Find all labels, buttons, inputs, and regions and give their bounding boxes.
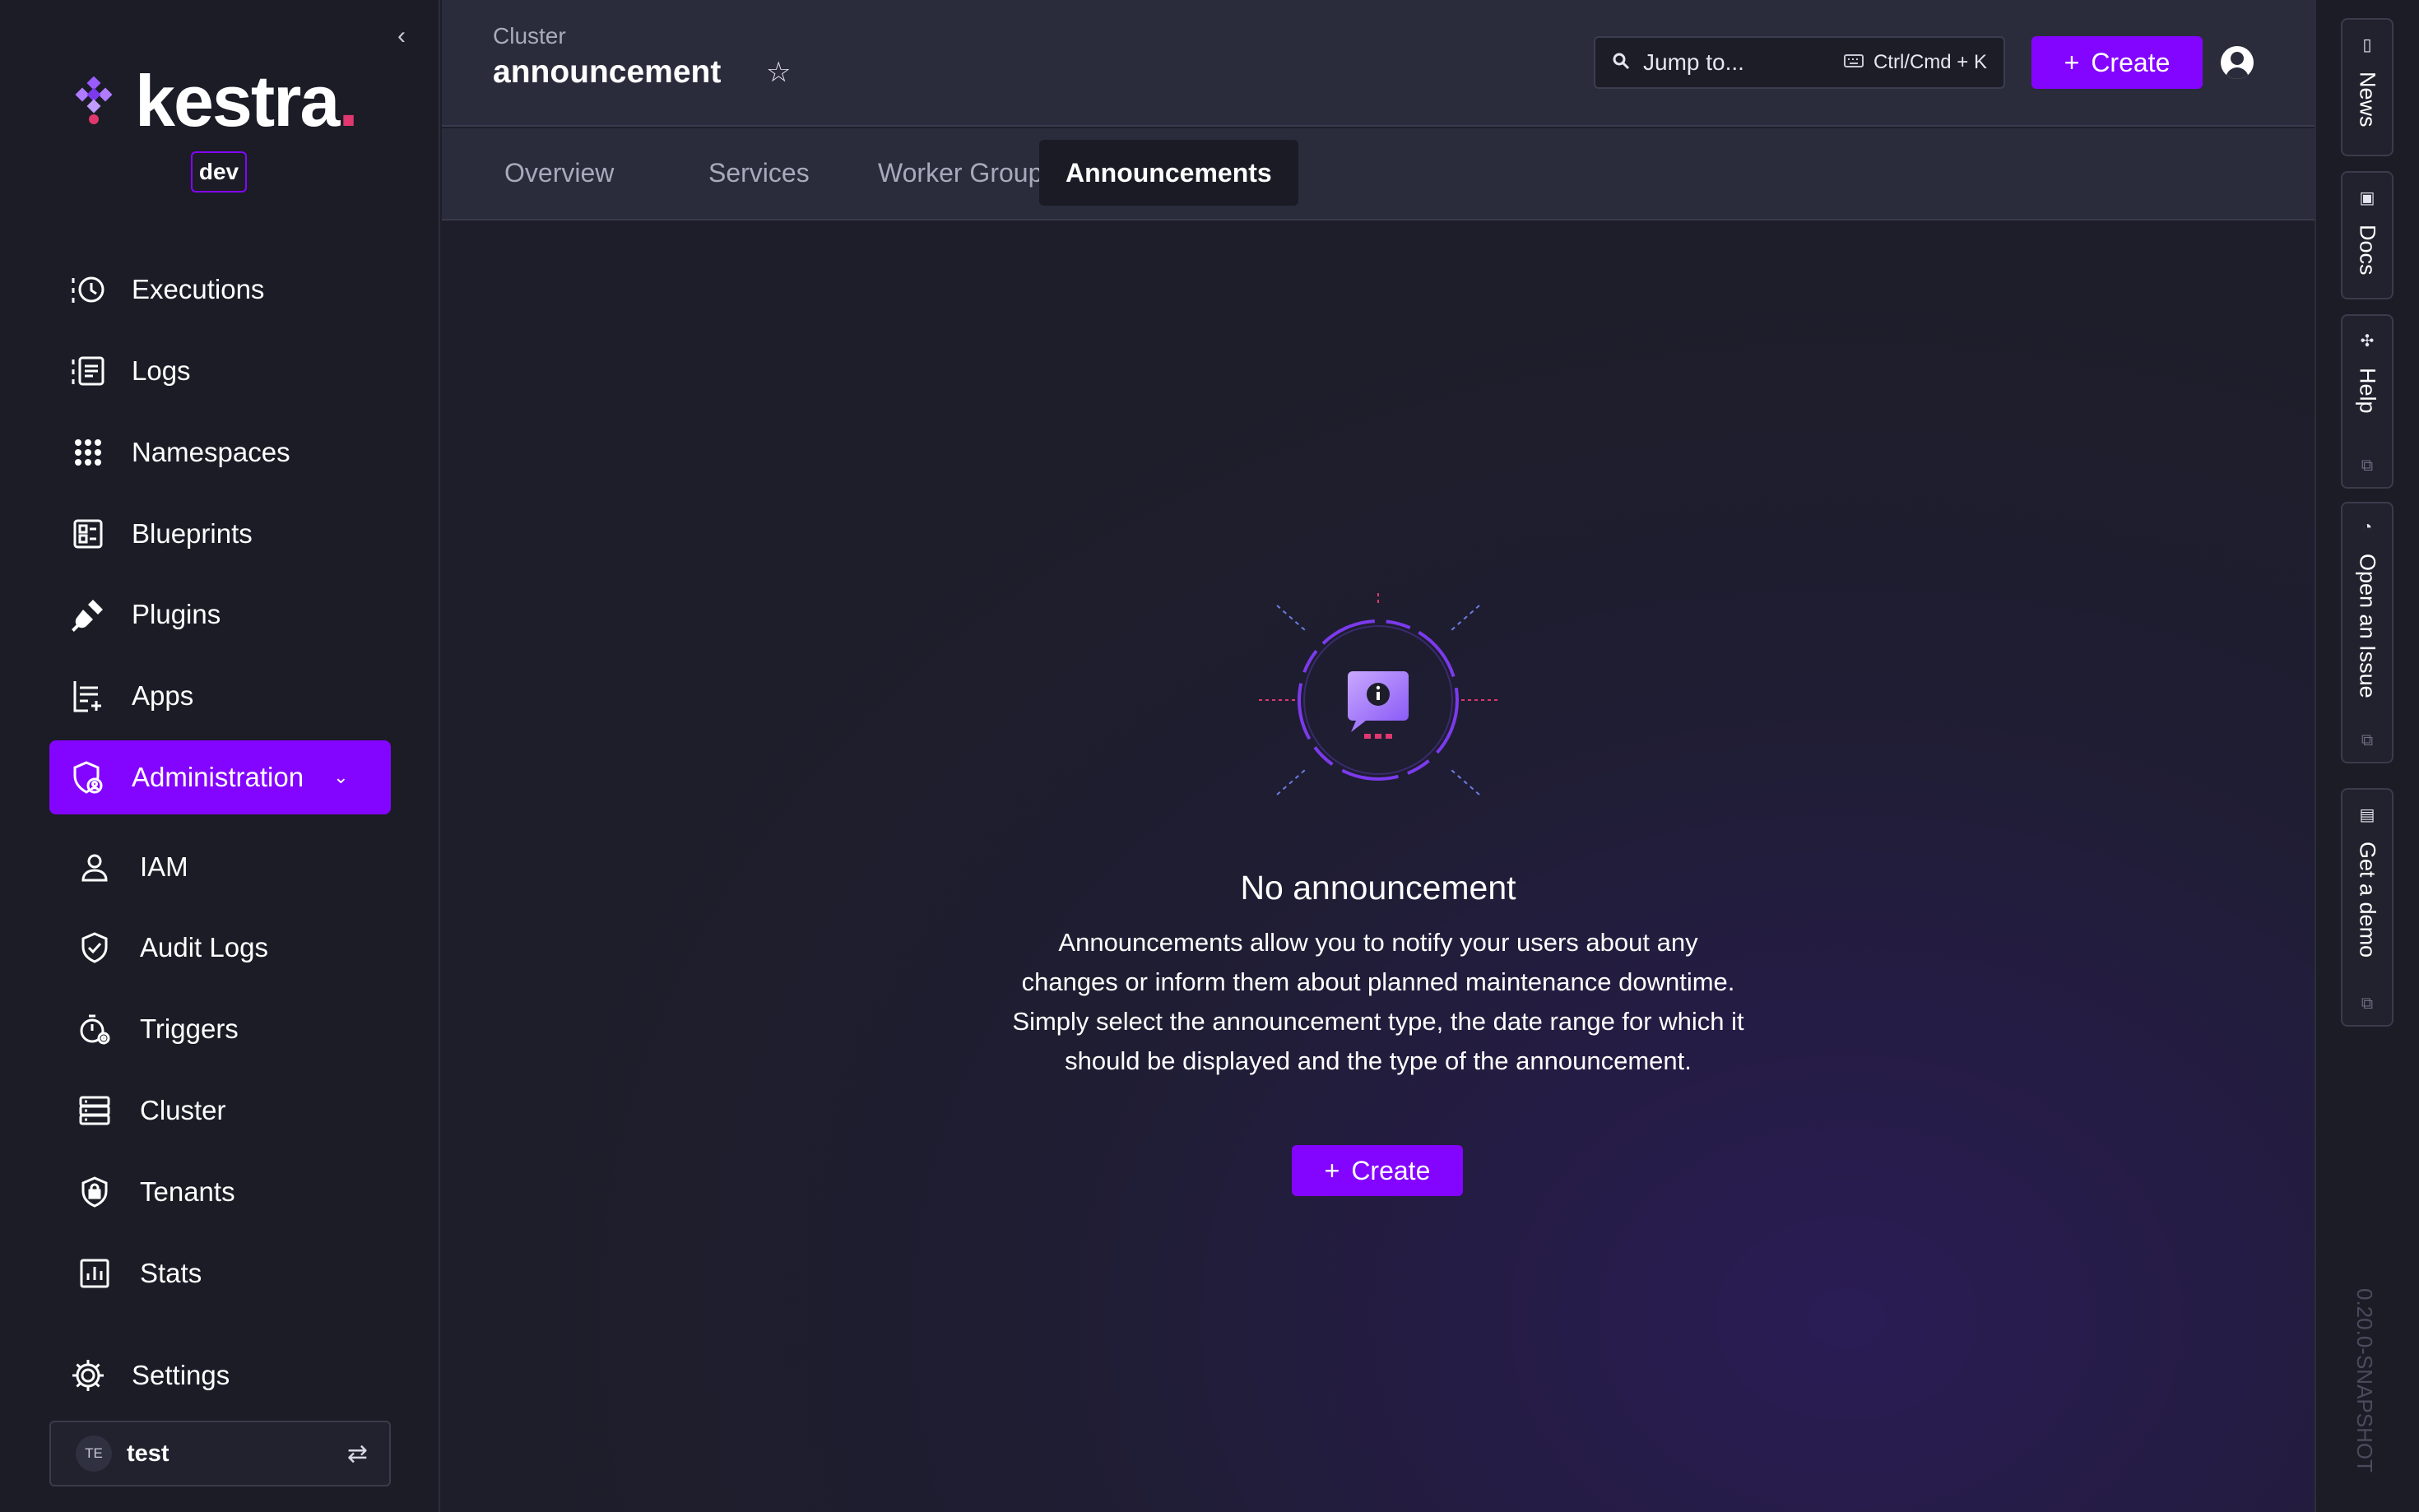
plus-icon: + [1324,1155,1340,1185]
main-content: No announcement Announcements allow you … [442,222,2315,1512]
sidebar-item-namespaces[interactable]: Namespaces [49,415,391,489]
search-placeholder: Jump to... [1643,49,1744,75]
collapse-sidebar-chevron-icon[interactable]: ‹ [388,22,415,49]
keyboard-icon [1843,51,1864,74]
sidebar-subitem-iam[interactable]: IAM [58,834,387,900]
sidebar-item-label: Logs [132,355,191,386]
sidebar-subitem-stats[interactable]: Stats [58,1241,387,1306]
shortcut-hint: Ctrl/Cmd + K [1843,51,1987,74]
cluster-tabs: Overview Services Worker Groups Announce… [442,128,2315,220]
env-badge: dev [191,151,247,192]
user-avatar-icon[interactable] [2221,46,2254,79]
sidebar-item-apps[interactable]: Apps [49,659,391,733]
swap-arrows-icon[interactable]: ⇄ [347,1440,368,1468]
announcement-illustration-icon [1259,593,1497,795]
chevron-down-icon: ⌄ [333,767,349,787]
external-link-icon: ⧉ [2361,995,2374,1013]
create-button[interactable]: + Create [2031,36,2203,89]
rail-label: Get a demo [2355,842,2380,958]
search-icon [1612,50,1630,76]
rail-label: News [2355,72,2380,128]
empty-state-title: No announcement [1240,869,1516,907]
sidebar-item-settings[interactable]: Settings [49,1338,391,1412]
tab-services[interactable]: Services [682,140,836,206]
tenant-switcher[interactable]: TE test ⇄ [49,1421,391,1486]
blueprint-icon [69,515,107,553]
page-title: announcement [493,54,722,90]
sidebar-item-blueprints[interactable]: Blueprints [49,497,391,571]
breadcrumb[interactable]: Cluster [493,23,566,49]
demo-screen-icon: ▤ [2359,806,2375,824]
sidebar: ‹ kestra. dev Executions Logs Namespaces [0,0,440,1512]
sidebar-item-administration[interactable]: Administration ⌄ [49,740,391,814]
rail-label: Open an Issue [2355,554,2380,698]
history-clock-icon [69,271,107,308]
bar-chart-icon [76,1255,114,1292]
sidebar-item-label: Audit Logs [140,932,268,962]
server-icon [76,1092,114,1129]
news-icon: ▯ [2362,36,2372,54]
sidebar-item-label: Plugins [132,599,221,629]
github-icon: ◔ [2361,518,2373,536]
shield-lock-icon [76,1173,114,1211]
book-icon: ▣ [2359,189,2375,207]
sidebar-subitem-tenants[interactable]: Tenants [58,1159,387,1225]
user-icon [76,848,114,886]
rail-label: Help [2355,368,2380,414]
empty-state-description: Announcements allow you to notify your u… [1012,928,1744,1075]
rail-label: Docs [2355,225,2380,276]
plus-icon: + [2064,47,2080,77]
timer-gear-icon [76,1010,114,1048]
empty-state: No announcement Announcements allow you … [442,222,2315,1512]
rail-get-demo[interactable]: ▤ Get a demo ⧉ [2341,788,2393,1027]
rail-docs[interactable]: ▣ Docs [2341,171,2393,299]
shield-user-icon [69,758,107,796]
slack-icon: ✣ [2360,332,2375,350]
rail-help[interactable]: ✣ Help ⧉ [2341,314,2393,489]
create-announcement-button[interactable]: + Create [1292,1145,1463,1196]
sidebar-item-label: Settings [132,1360,230,1390]
sidebar-item-label: Apps [132,680,194,711]
gear-icon [69,1357,107,1394]
apps-list-icon [69,677,107,715]
sidebar-item-label: Blueprints [132,518,253,549]
create-button-label: Create [1351,1155,1431,1185]
sidebar-item-label: Triggers [140,1013,239,1044]
shortcut-text: Ctrl/Cmd + K [1873,51,1987,73]
sidebar-item-executions[interactable]: Executions [49,253,391,327]
top-header: Cluster announcement ☆ Jump to... Ctrl/C… [442,0,2315,127]
sidebar-item-label: Namespaces [132,437,290,467]
sidebar-subitem-audit-logs[interactable]: Audit Logs [58,915,387,981]
star-icon[interactable]: ☆ [766,56,791,89]
list-log-icon [69,352,107,390]
sidebar-subitem-triggers[interactable]: Triggers [58,996,387,1062]
sidebar-item-label: IAM [140,851,188,882]
sidebar-item-label: Tenants [140,1176,235,1207]
tab-overview[interactable]: Overview [478,140,640,206]
tenant-avatar: TE [76,1435,112,1472]
external-link-icon: ⧉ [2361,731,2374,749]
sidebar-item-logs[interactable]: Logs [49,334,391,408]
tab-announcements[interactable]: Announcements [1039,140,1298,206]
jump-to-search[interactable]: Jump to... Ctrl/Cmd + K [1594,36,2005,89]
kestra-logo[interactable]: kestra. [69,60,359,141]
sidebar-item-label: Executions [132,274,265,304]
sidebar-item-label: Stats [140,1258,202,1288]
shield-check-icon [76,929,114,967]
tenant-name: test [127,1440,169,1467]
sidebar-subitem-cluster[interactable]: Cluster [58,1078,387,1143]
sidebar-item-label: Administration [132,762,304,792]
external-link-icon: ⧉ [2361,457,2374,475]
sidebar-item-label: Cluster [140,1095,226,1125]
version-label: 0.20.0-SNAPSHOT [2352,1288,2377,1473]
kestra-logo-mark-icon [75,77,113,124]
rail-news[interactable]: ▯ News [2341,18,2393,156]
kestra-wordmark: kestra. [135,60,359,141]
right-rail: ▯ News ▣ Docs ✣ Help ⧉ ◔ Open an Issue ⧉… [2315,0,2419,1512]
grid-dots-icon [69,434,107,471]
sidebar-item-plugins[interactable]: Plugins [49,577,391,652]
create-button-label: Create [2091,47,2171,77]
rail-open-issue[interactable]: ◔ Open an Issue ⧉ [2341,502,2393,763]
plug-icon [69,596,107,633]
